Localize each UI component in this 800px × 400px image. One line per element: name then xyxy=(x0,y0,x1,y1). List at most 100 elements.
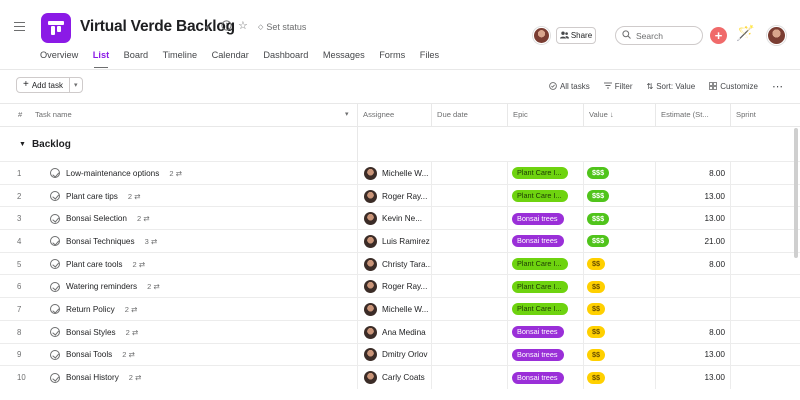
assignee-cell[interactable]: Michelle W... xyxy=(357,162,431,185)
all-tasks-button[interactable]: All tasks xyxy=(549,81,590,92)
project-icon[interactable] xyxy=(41,13,71,43)
value-cell[interactable]: $$$ xyxy=(583,162,655,185)
star-icon[interactable]: ☆ xyxy=(238,19,248,32)
tab-board[interactable]: Board xyxy=(124,50,149,60)
complete-check-icon[interactable] xyxy=(50,372,60,383)
due-date-cell[interactable] xyxy=(431,184,507,208)
sprint-cell[interactable] xyxy=(730,298,800,321)
column-value[interactable]: Value ↓ xyxy=(583,104,655,126)
task-name-cell[interactable]: Watering reminders 2 ⇄ xyxy=(50,275,350,298)
epic-cell[interactable]: Plant Care I... xyxy=(507,162,583,185)
sprint-cell[interactable] xyxy=(730,320,800,344)
add-task-dropdown-icon[interactable]: ▾ xyxy=(70,81,82,89)
complete-check-icon[interactable] xyxy=(50,327,60,338)
epic-cell[interactable]: Bonsai trees xyxy=(507,207,583,231)
column-assignee[interactable]: Assignee xyxy=(357,104,431,126)
complete-check-icon[interactable] xyxy=(50,236,60,247)
table-row[interactable]: 4 Bonsai Techniques 3 ⇄ Luis Ramirez Bonsai … xyxy=(0,229,800,253)
value-cell[interactable]: $$ xyxy=(583,298,655,321)
epic-cell[interactable]: Bonsai trees xyxy=(507,366,583,389)
share-button[interactable]: Share xyxy=(556,27,596,44)
estimate-cell[interactable]: 13.00 xyxy=(655,366,730,389)
table-row[interactable]: 6 Watering reminders 2 ⇄ Roger Ray... Plant … xyxy=(0,274,800,299)
subtask-count[interactable]: 2 ⇄ xyxy=(169,169,182,178)
search-input[interactable]: Search xyxy=(615,26,703,45)
complete-check-icon[interactable] xyxy=(50,213,60,224)
task-name[interactable]: Plant care tools xyxy=(66,260,122,269)
epic-cell[interactable]: Plant Care I... xyxy=(507,275,583,299)
table-row[interactable]: 5 Plant care tools 2 ⇄ Christy Tara... Plant… xyxy=(0,251,800,276)
value-cell[interactable]: $$$ xyxy=(583,207,655,231)
table-row[interactable]: 2 Plant care tips 2 ⇄ Roger Ray... Plant Car… xyxy=(0,183,800,208)
value-cell[interactable]: $$ xyxy=(583,320,655,344)
complete-check-icon[interactable] xyxy=(50,281,60,292)
estimate-cell[interactable]: 13.00 xyxy=(655,207,730,231)
complete-check-icon[interactable] xyxy=(50,191,60,202)
tab-dashboard[interactable]: Dashboard xyxy=(263,50,308,60)
due-date-cell[interactable] xyxy=(431,320,507,344)
complete-check-icon[interactable] xyxy=(50,349,60,360)
sprint-cell[interactable] xyxy=(730,343,800,367)
complete-check-icon[interactable] xyxy=(50,259,60,270)
sprint-cell[interactable] xyxy=(730,366,800,389)
task-name[interactable]: Bonsai Tools xyxy=(66,350,112,359)
estimate-cell[interactable]: 13.00 xyxy=(655,184,730,208)
task-name[interactable]: Low-maintenance options xyxy=(66,169,159,178)
create-button[interactable]: + xyxy=(710,27,727,44)
subtask-count[interactable]: 2 ⇄ xyxy=(137,214,150,223)
column-due-date[interactable]: Due date xyxy=(431,104,507,126)
sprint-cell[interactable] xyxy=(730,230,800,253)
subtask-count[interactable]: 2 ⇄ xyxy=(125,305,138,314)
table-row[interactable]: 3 Bonsai Selection 2 ⇄ Kevin Ne... Bonsai tr… xyxy=(0,206,800,231)
estimate-cell[interactable]: 8.00 xyxy=(655,252,730,276)
sprint-cell[interactable] xyxy=(730,184,800,208)
member-avatar[interactable] xyxy=(533,27,550,44)
add-task-button[interactable]: + Add task ▾ xyxy=(16,77,83,93)
value-cell[interactable]: $$ xyxy=(583,252,655,276)
complete-check-icon[interactable] xyxy=(50,304,60,315)
assignee-cell[interactable]: Kevin Ne... xyxy=(357,207,431,231)
column-menu-chevron-icon[interactable]: ▾ xyxy=(340,104,354,126)
subtask-count[interactable]: 2 ⇄ xyxy=(128,192,141,201)
project-title[interactable]: Virtual Verde Backlog xyxy=(80,18,235,36)
assignee-cell[interactable]: Christy Tara... xyxy=(357,252,431,276)
tab-list[interactable]: List xyxy=(93,50,109,68)
estimate-cell[interactable]: 8.00 xyxy=(655,162,730,185)
task-name-cell[interactable]: Bonsai Styles 2 ⇄ xyxy=(50,321,350,344)
column-estimate[interactable]: Estimate (St... xyxy=(655,104,730,126)
subtask-count[interactable]: 2 ⇄ xyxy=(129,373,142,382)
subtask-count[interactable]: 2 ⇄ xyxy=(147,282,160,291)
value-cell[interactable]: $$ xyxy=(583,275,655,299)
task-name-cell[interactable]: Bonsai Selection 2 ⇄ xyxy=(50,207,350,230)
subtask-count[interactable]: 3 ⇄ xyxy=(145,237,158,246)
tab-calendar[interactable]: Calendar xyxy=(212,50,249,60)
table-row[interactable]: 9 Bonsai Tools 2 ⇄ Dmitry Orlov Bonsai trees… xyxy=(0,342,800,367)
subtask-count[interactable]: 2 ⇄ xyxy=(122,350,135,359)
task-name-cell[interactable]: Bonsai History 2 ⇄ xyxy=(50,366,350,389)
complete-check-icon[interactable] xyxy=(50,168,60,179)
due-date-cell[interactable] xyxy=(431,366,507,389)
assignee-cell[interactable]: Carly Coats xyxy=(357,366,431,389)
sprint-cell[interactable] xyxy=(730,162,800,185)
epic-cell[interactable]: Bonsai trees xyxy=(507,343,583,367)
assignee-cell[interactable]: Roger Ray... xyxy=(357,275,431,299)
subtask-count[interactable]: 2 ⇄ xyxy=(126,328,139,337)
value-cell[interactable]: $$ xyxy=(583,366,655,389)
task-name[interactable]: Watering reminders xyxy=(66,282,137,291)
tab-files[interactable]: Files xyxy=(420,50,439,60)
due-date-cell[interactable] xyxy=(431,298,507,321)
column-sprint[interactable]: Sprint xyxy=(730,104,800,126)
task-name-cell[interactable]: Plant care tips 2 ⇄ xyxy=(50,185,350,208)
estimate-cell[interactable]: 21.00 xyxy=(655,230,730,253)
tab-messages[interactable]: Messages xyxy=(323,50,365,60)
due-date-cell[interactable] xyxy=(431,275,507,299)
chevron-down-icon[interactable]: ▾ xyxy=(205,23,210,34)
section-title[interactable]: Backlog xyxy=(32,139,71,150)
due-date-cell[interactable] xyxy=(431,207,507,231)
value-cell[interactable]: $$ xyxy=(583,343,655,367)
table-row[interactable]: 1 Low-maintenance options 2 ⇄ Michelle W...… xyxy=(0,161,800,185)
column-epic[interactable]: Epic xyxy=(507,104,583,126)
set-status-button[interactable]: ◇ Set status xyxy=(258,22,306,32)
estimate-cell[interactable] xyxy=(655,275,730,299)
column-task-name[interactable]: Task name xyxy=(30,104,330,126)
